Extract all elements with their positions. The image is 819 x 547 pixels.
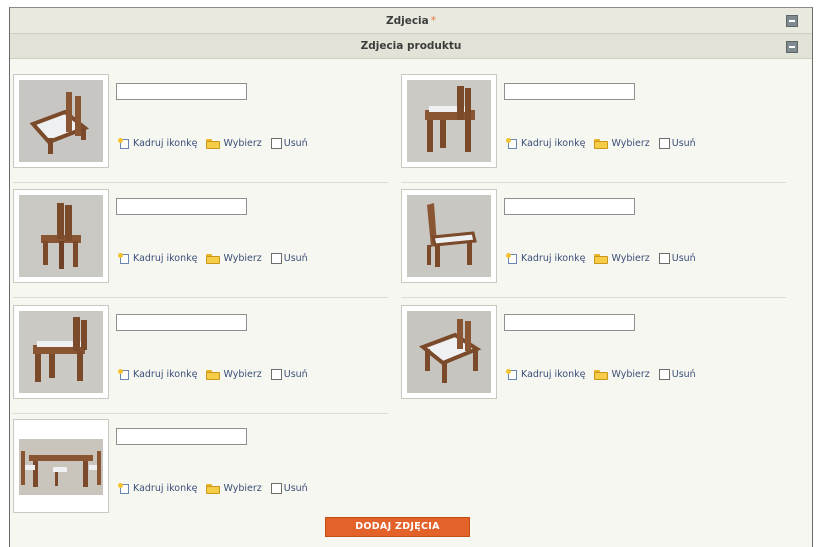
delete-checkbox[interactable]: Usuń [658,253,696,264]
photo-name-input[interactable] [116,314,247,331]
chair-photo [407,195,491,277]
crop-icon [118,253,130,264]
folder-icon [206,483,221,494]
crop-icon [506,138,518,149]
photo-item: Kadruj ikonkę Wybierz Usuń [13,305,393,415]
photo-name-input[interactable] [116,198,247,215]
photo-name-input[interactable] [504,198,635,215]
delete-checkbox[interactable]: Usuń [270,138,308,149]
chair-photo [19,311,103,393]
checkbox[interactable] [270,483,282,494]
delete-checkbox[interactable]: Usuń [270,369,308,380]
crop-icon-button[interactable]: Kadruj ikonkę [506,253,585,264]
add-photos-button[interactable]: DODAJ ZDJĘCIA [325,517,470,537]
choose-button[interactable]: Wybierz [206,138,262,149]
choose-button[interactable]: Wybierz [594,253,650,264]
photo-grid: Kadruj ikonkę Wybierz Usuń Kadruj ikonkę… [10,59,812,539]
photo-thumbnail[interactable] [13,419,109,513]
photo-name-input[interactable] [504,83,635,100]
delete-checkbox[interactable]: Usuń [658,138,696,149]
crop-icon-button[interactable]: Kadruj ikonkę [118,253,197,264]
photo-thumbnail[interactable] [13,305,109,399]
row-divider [13,182,388,183]
folder-icon [594,253,609,264]
photo-name-input[interactable] [504,314,635,331]
crop-icon [118,138,130,149]
row-divider [13,297,388,298]
row-divider [401,182,786,183]
choose-button[interactable]: Wybierz [206,483,262,494]
photo-thumbnail[interactable] [401,74,497,168]
folder-icon [594,369,609,380]
checkbox[interactable] [658,253,670,264]
delete-checkbox[interactable]: Usuń [270,483,308,494]
photo-thumbnail[interactable] [401,189,497,283]
choose-button[interactable]: Wybierz [206,253,262,264]
photo-thumbnail[interactable] [13,189,109,283]
crop-icon-button[interactable]: Kadruj ikonkę [118,483,197,494]
folder-icon [206,369,221,380]
chair-photo [407,311,491,393]
checkbox[interactable] [270,138,282,149]
photo-item: Kadruj ikonkę Wybierz Usuń [13,74,393,184]
choose-button[interactable]: Wybierz [206,369,262,380]
folder-icon [594,138,609,149]
crop-icon-button[interactable]: Kadruj ikonkę [506,138,585,149]
table-set-photo [19,425,103,507]
chair-photo [19,195,103,277]
photo-thumbnail[interactable] [13,74,109,168]
checkbox[interactable] [658,369,670,380]
collapse-section-icon[interactable] [786,15,798,27]
crop-icon-button[interactable]: Kadruj ikonkę [118,369,197,380]
photo-item: Kadruj ikonkę Wybierz Usuń [13,189,393,299]
section-title: Zdjecia [385,15,429,27]
photos-panel: Zdjecia * Zdjecia produktu Kadruj ikonkę… [9,7,813,547]
checkbox[interactable] [270,369,282,380]
delete-checkbox[interactable]: Usuń [270,253,308,264]
crop-icon [118,483,130,494]
choose-button[interactable]: Wybierz [594,369,650,380]
folder-icon [206,253,221,264]
collapse-subsection-icon[interactable] [786,41,798,53]
photo-name-input[interactable] [116,83,247,100]
crop-icon-button[interactable]: Kadruj ikonkę [118,138,197,149]
crop-icon [506,369,518,380]
delete-checkbox[interactable]: Usuń [658,369,696,380]
photo-item: Kadruj ikonkę Wybierz Usuń [401,305,781,415]
crop-icon-button[interactable]: Kadruj ikonkę [506,369,585,380]
photo-thumbnail[interactable] [401,305,497,399]
row-divider [401,297,786,298]
row-divider [13,413,388,414]
crop-icon [118,369,130,380]
checkbox[interactable] [658,138,670,149]
photo-item: Kadruj ikonkę Wybierz Usuń [13,419,393,529]
photo-name-input[interactable] [116,428,247,445]
choose-button[interactable]: Wybierz [594,138,650,149]
subsection-title: Zdjecia produktu [360,40,462,52]
section-header-photos: Zdjecia * [10,8,812,34]
folder-icon [206,138,221,149]
checkbox[interactable] [270,253,282,264]
chair-photo [407,80,491,162]
crop-icon [506,253,518,264]
subsection-header-product-photos: Zdjecia produktu [10,34,812,59]
required-marker: * [430,15,436,27]
chair-photo [19,80,103,162]
photo-item: Kadruj ikonkę Wybierz Usuń [401,189,781,299]
photo-item: Kadruj ikonkę Wybierz Usuń [401,74,781,184]
